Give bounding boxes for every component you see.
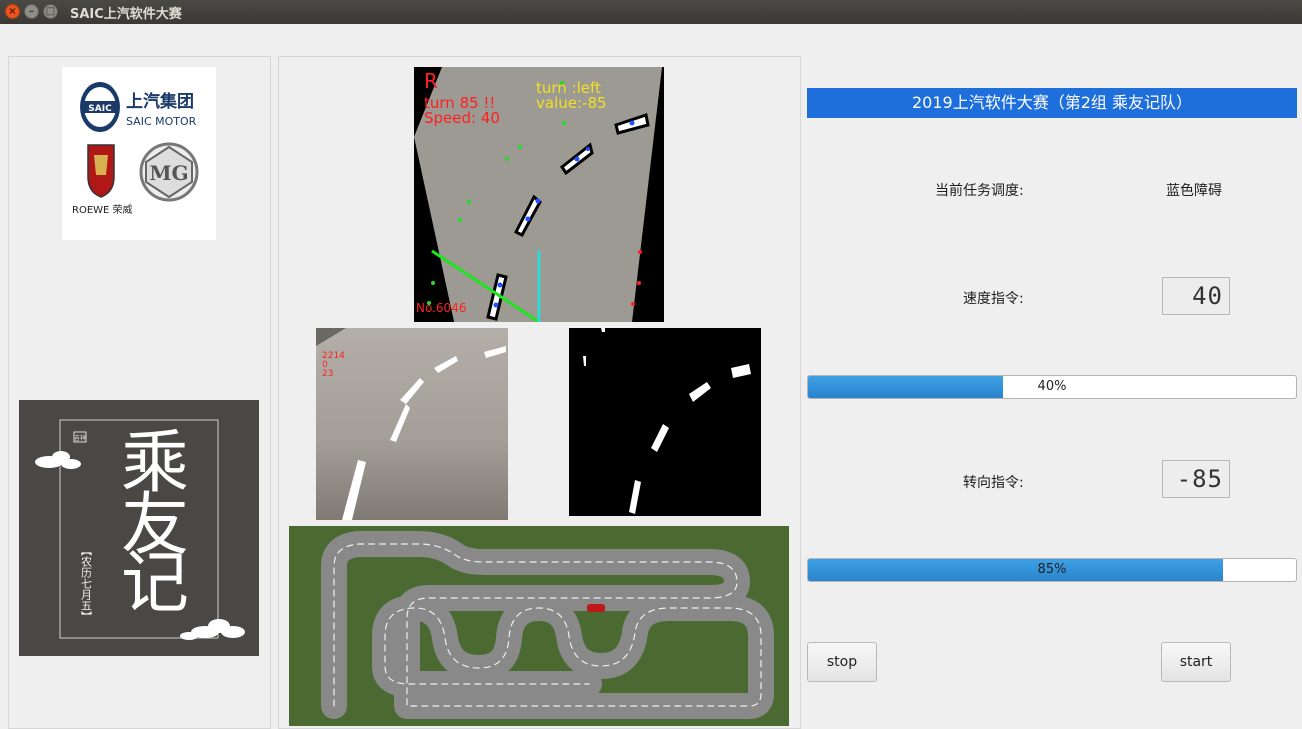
team-date: 【农历七月五】 xyxy=(80,545,93,622)
minimize-window-button[interactable]: – xyxy=(24,4,39,19)
steer-progress-text: 85% xyxy=(1037,562,1067,577)
cloud-icon-left xyxy=(35,451,81,469)
roewe-text: ROEWE 荣威 xyxy=(72,203,133,216)
cloud-icon-right xyxy=(180,619,245,640)
saic-logo: SAIC 上汽集团 SAIC MOTOR MG ROEWE 荣威 xyxy=(62,67,216,240)
saic-cn-text: 上汽集团 xyxy=(126,91,194,112)
mg-text: MG xyxy=(149,161,188,185)
steer-command-label: 转向指令: xyxy=(963,475,1024,491)
raw-overlay-line-3: 23 xyxy=(322,369,333,379)
minimize-icon: – xyxy=(29,6,34,17)
team-stamp: 吉祥 xyxy=(74,434,86,442)
team-title-char-3: 记 xyxy=(121,544,189,623)
speed-overlay-text: Speed: 40 xyxy=(424,109,500,127)
close-window-button[interactable]: × xyxy=(5,4,20,19)
task-value: 蓝色障碍 xyxy=(1166,183,1222,199)
maximize-window-button[interactable]: □ xyxy=(43,4,58,19)
raw-camera-view: 2214 0 23 xyxy=(316,328,508,520)
track-map xyxy=(289,526,789,726)
maximize-icon: □ xyxy=(45,6,56,17)
processed-camera-view: R turn 85 !! Speed: 40 turn :left value:… xyxy=(414,67,664,322)
value-overlay-text: value:-85 xyxy=(536,94,607,112)
binary-mask-view xyxy=(569,328,761,516)
speed-command-label: 速度指令: xyxy=(963,291,1024,307)
window-title: SAIC上汽软件大赛 xyxy=(70,7,182,22)
team-logo: 吉祥 乘 友 记 【农历七月五】 xyxy=(19,400,259,656)
frame-number-text: No.6046 xyxy=(416,301,466,315)
steer-progress-bar: 85% xyxy=(807,558,1297,582)
speed-lcd-display: 40 xyxy=(1162,277,1230,315)
steer-lcd-display: -85 xyxy=(1162,460,1230,498)
title-bar: × – □ SAIC上汽软件大赛 xyxy=(0,0,1302,24)
car-marker xyxy=(587,604,605,612)
saic-badge-text: SAIC xyxy=(88,104,112,114)
team-banner: 2019上汽软件大赛（第2组 乘友记队） xyxy=(807,88,1297,118)
stop-button[interactable]: stop xyxy=(807,642,877,682)
task-label: 当前任务调度: xyxy=(935,183,1024,199)
speed-progress-bar: 40% xyxy=(807,375,1297,399)
start-button[interactable]: start xyxy=(1161,642,1231,682)
saic-en-text: SAIC MOTOR xyxy=(126,115,197,128)
r-label: R xyxy=(424,69,438,93)
speed-progress-text: 40% xyxy=(1037,379,1067,394)
close-icon: × xyxy=(8,6,17,17)
